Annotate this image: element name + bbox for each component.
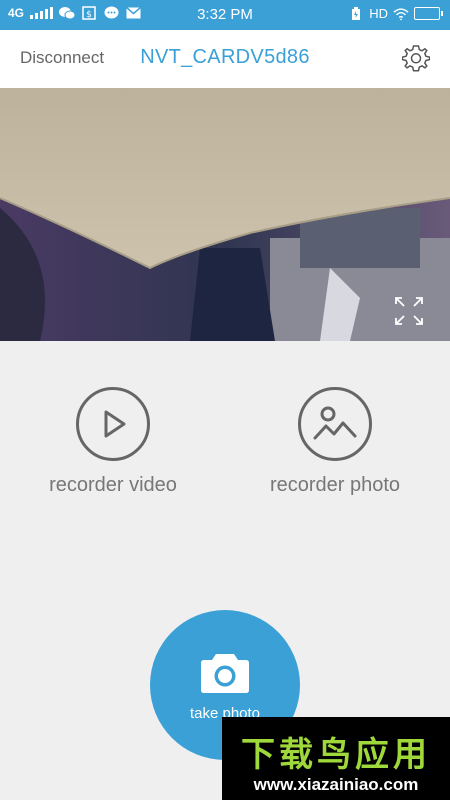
status-bar: 4G $ 3:32 PM HD [0,0,450,30]
fullscreen-icon[interactable] [394,296,424,326]
status-right: HD [348,6,443,21]
watermark-url: www.xiazainiao.com [253,775,419,794]
watermark: 下载鸟应用 www.xiazainiao.com [222,717,450,800]
battery-icon [414,7,443,20]
image-icon [298,387,372,461]
play-icon [76,387,150,461]
wifi-icon [393,7,409,21]
device-name: NVT_CARDV5d86 [140,46,310,68]
gear-icon[interactable] [401,44,431,72]
app-header: Disconnect NVT_CARDV5d86 [0,30,450,88]
hd-indicator: HD [369,6,388,21]
camera-preview[interactable] [0,88,450,341]
watermark-title: 下载鸟应用 [241,735,431,775]
battery-saver-icon [348,6,364,21]
recorder-video-button[interactable]: recorder video [13,387,213,497]
recorder-photo-label: recorder photo [269,474,401,496]
camera-icon [200,650,250,699]
recorder-video-label: recorder video [49,474,177,496]
preview-image [0,88,450,341]
recorder-photo-button[interactable]: recorder photo [235,387,435,497]
